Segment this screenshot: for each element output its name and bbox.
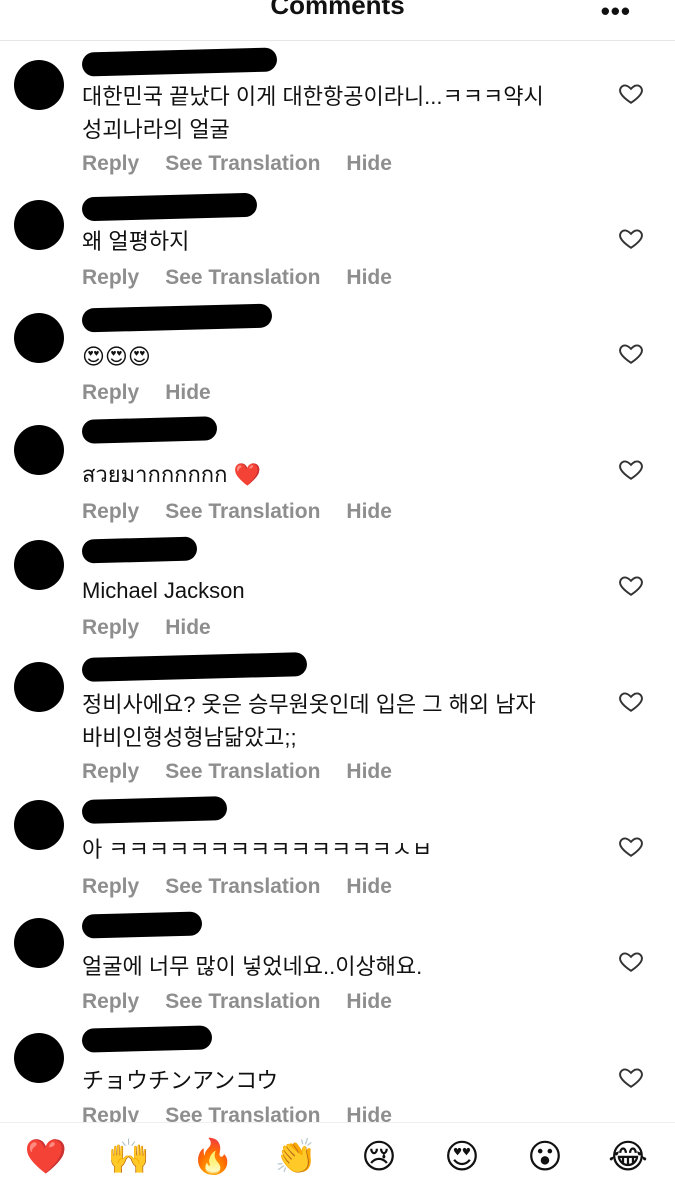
- heart-icon[interactable]: [618, 1064, 644, 1090]
- username-redacted[interactable]: [81, 796, 228, 824]
- comment-actions: Reply See Translation Hide: [82, 990, 392, 1014]
- avatar[interactable]: [14, 918, 64, 968]
- see-translation-button[interactable]: See Translation: [165, 500, 320, 524]
- comment-text: Michael Jackson: [82, 578, 245, 603]
- avatar[interactable]: [14, 200, 64, 250]
- username-redacted[interactable]: [81, 303, 273, 333]
- comments-header: Comments •••: [0, 0, 675, 41]
- username-redacted[interactable]: [81, 47, 278, 77]
- comment-actions: Reply See Translation Hide: [82, 875, 392, 899]
- username-redacted[interactable]: [81, 192, 258, 222]
- heart-icon[interactable]: [618, 225, 644, 251]
- comment-text: チョウチンアンコウ: [82, 1068, 279, 1093]
- heart-icon[interactable]: [618, 456, 644, 482]
- reaction-clap-emoji[interactable]: 👏: [271, 1137, 321, 1177]
- reaction-heart-emoji[interactable]: ❤️: [21, 1137, 71, 1177]
- comment-text: 대한민국 끝났다 이게 대한항공이라니...ㅋㅋㅋ약시 성괴나라의 얼굴: [82, 84, 544, 142]
- comment-text: 왜 얼평하지: [82, 229, 190, 254]
- username-redacted[interactable]: [81, 911, 203, 939]
- reply-button[interactable]: Reply: [82, 500, 139, 524]
- comment-actions: Reply See Translation Hide: [82, 152, 392, 176]
- see-translation-button[interactable]: See Translation: [165, 266, 320, 290]
- avatar[interactable]: [14, 1033, 64, 1083]
- reply-button[interactable]: Reply: [82, 266, 139, 290]
- see-translation-button[interactable]: See Translation: [165, 990, 320, 1014]
- comment-text: 😍😍😍: [82, 344, 151, 369]
- hide-button[interactable]: Hide: [165, 381, 211, 405]
- comment-text: 아 ㅋㅋㅋㅋㅋㅋㅋㅋㅋㅋㅋㅋㅋㅋㅅㅂ: [82, 837, 433, 862]
- heart-icon[interactable]: [618, 948, 644, 974]
- hide-button[interactable]: Hide: [346, 875, 392, 899]
- comment-actions: Reply See Translation Hide: [82, 760, 392, 784]
- page-title: Comments: [270, 0, 405, 20]
- reaction-surprised-emoji[interactable]: 😮: [520, 1137, 570, 1177]
- comment-text: สวยมากกกกกก ❤️: [82, 462, 261, 487]
- comment-actions: Reply See Translation Hide: [82, 500, 392, 524]
- reply-button[interactable]: Reply: [82, 875, 139, 899]
- reply-button[interactable]: Reply: [82, 381, 139, 405]
- quick-reaction-bar: ❤️ 🙌 🔥 👏 😢 😍 😮 😂: [0, 1122, 675, 1201]
- reaction-raised-hands-emoji[interactable]: 🙌: [104, 1137, 154, 1177]
- comment-text: 정비사에요? 옷은 승무원옷인데 입은 그 해외 남자 바비인형성형남닮았고;;: [82, 692, 536, 750]
- heart-icon[interactable]: [618, 833, 644, 859]
- hide-button[interactable]: Hide: [165, 616, 211, 640]
- heart-icon[interactable]: [618, 340, 644, 366]
- username-redacted[interactable]: [81, 416, 218, 444]
- comment-actions: Reply See Translation Hide: [82, 266, 392, 290]
- reply-button[interactable]: Reply: [82, 152, 139, 176]
- reaction-laughing-emoji[interactable]: 😂: [603, 1137, 653, 1177]
- see-translation-button[interactable]: See Translation: [165, 760, 320, 784]
- hide-button[interactable]: Hide: [346, 500, 392, 524]
- hide-button[interactable]: Hide: [346, 760, 392, 784]
- reply-button[interactable]: Reply: [82, 760, 139, 784]
- comment-actions: Reply Hide: [82, 381, 211, 405]
- reply-button[interactable]: Reply: [82, 990, 139, 1014]
- username-redacted[interactable]: [81, 536, 198, 564]
- see-translation-button[interactable]: See Translation: [165, 875, 320, 899]
- avatar[interactable]: [14, 800, 64, 850]
- hide-button[interactable]: Hide: [346, 990, 392, 1014]
- avatar[interactable]: [14, 662, 64, 712]
- username-redacted[interactable]: [81, 652, 308, 682]
- more-options-icon[interactable]: •••: [601, 0, 631, 27]
- reply-button[interactable]: Reply: [82, 616, 139, 640]
- hide-button[interactable]: Hide: [346, 266, 392, 290]
- reaction-fire-emoji[interactable]: 🔥: [188, 1137, 238, 1177]
- reaction-heart-eyes-emoji[interactable]: 😍: [437, 1137, 487, 1177]
- avatar[interactable]: [14, 60, 64, 110]
- avatar[interactable]: [14, 540, 64, 590]
- username-redacted[interactable]: [81, 1025, 213, 1053]
- heart-icon[interactable]: [618, 572, 644, 598]
- comment-text: 얼굴에 너무 많이 넣었네요..이상해요.: [82, 954, 423, 979]
- see-translation-button[interactable]: See Translation: [165, 152, 320, 176]
- avatar[interactable]: [14, 313, 64, 363]
- hide-button[interactable]: Hide: [346, 152, 392, 176]
- avatar[interactable]: [14, 425, 64, 475]
- comment-actions: Reply Hide: [82, 616, 211, 640]
- heart-icon[interactable]: [618, 80, 644, 106]
- reaction-crying-emoji[interactable]: 😢: [354, 1137, 404, 1177]
- heart-icon[interactable]: [618, 688, 644, 714]
